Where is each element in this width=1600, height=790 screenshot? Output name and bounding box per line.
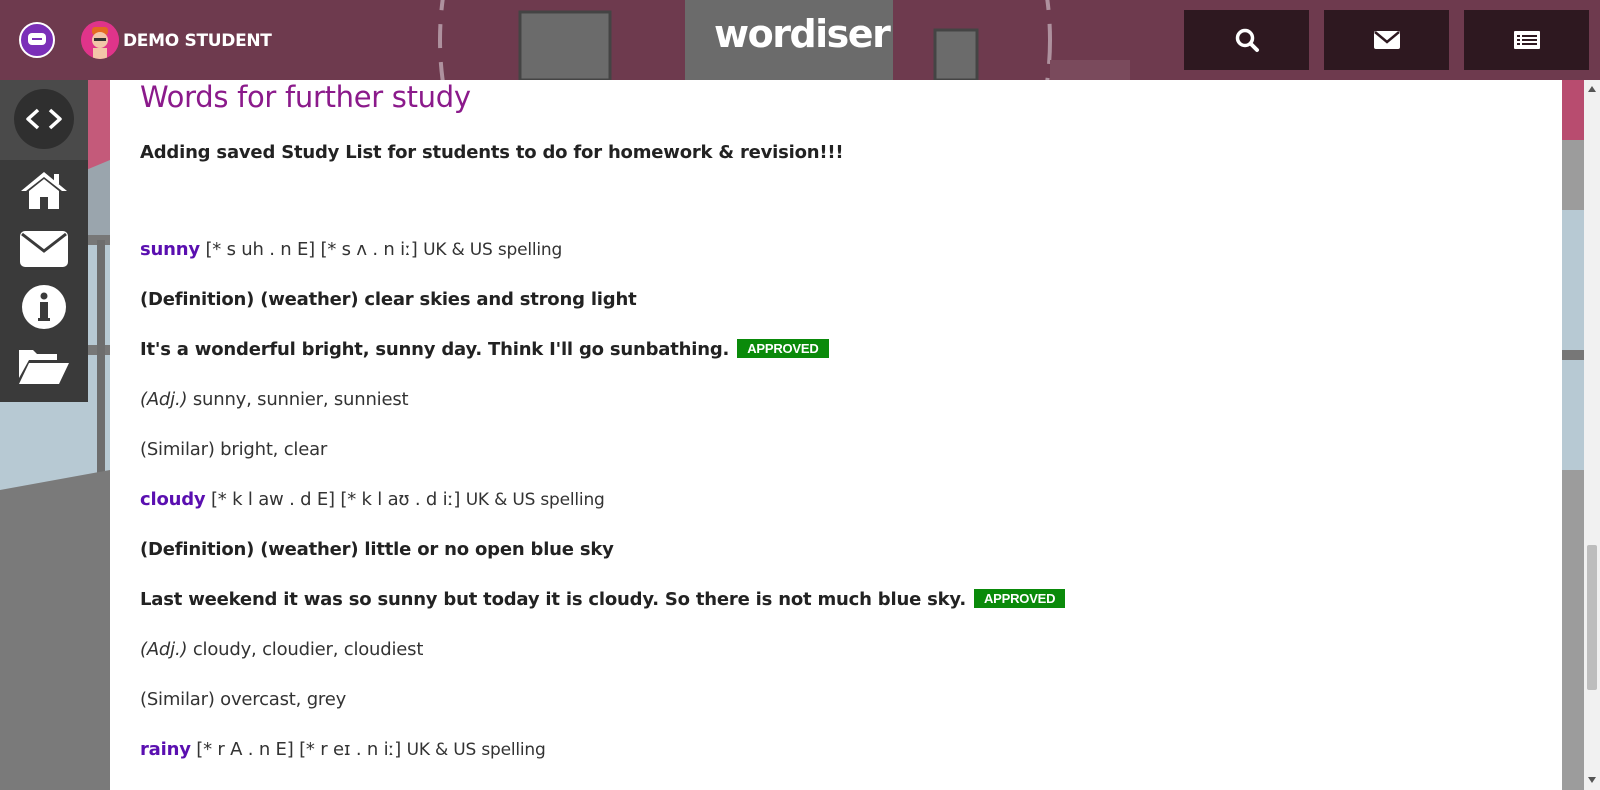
spelling-note: UK & US spelling — [406, 740, 546, 760]
word-link[interactable]: rainy — [140, 739, 191, 760]
app-logo-button[interactable] — [19, 22, 55, 58]
study-list-panel: Words for further study Adding saved Stu… — [110, 80, 1562, 790]
word-forms: (Adj.) cloudy, cloudier, cloudiest — [140, 639, 423, 660]
home-icon — [21, 172, 67, 209]
pronunciation-ipa: [* r eɪ . n iː] — [299, 739, 402, 760]
folder-open-icon — [19, 350, 69, 384]
part-of-speech: (Adj.) — [140, 389, 188, 410]
word-headline: cloudy [* k l aw . d E] [* k l aʊ . d iː… — [140, 489, 605, 510]
scrollbar-thumb[interactable] — [1587, 545, 1597, 690]
example-text: Last weekend it was so sunny but today i… — [140, 589, 966, 610]
word-headline: rainy [* r A . n E] [* r eɪ . n iː] UK &… — [140, 739, 546, 760]
word-forms: (Adj.) sunny, sunnier, sunniest — [140, 389, 409, 410]
scroll-down-arrow-icon[interactable] — [1586, 774, 1598, 786]
sidebar-item-info[interactable] — [14, 282, 74, 332]
pronunciation-ipa: [* s ʌ . n iː] — [320, 239, 418, 260]
pronunciation-ipa: [* k l aʊ . d iː] — [340, 489, 461, 510]
page-title: Words for further study — [140, 80, 471, 114]
envelope-icon — [1373, 31, 1400, 49]
forms-text: sunny, sunnier, sunniest — [192, 389, 409, 410]
example-sentence: Last weekend it was so sunny but today i… — [140, 589, 1066, 610]
scroll-up-arrow-icon[interactable] — [1586, 83, 1598, 95]
envelope-icon — [20, 231, 68, 267]
pronunciation-simple: [* k l aw . d E] — [210, 489, 335, 510]
menu-list-button[interactable] — [1464, 10, 1589, 70]
word-headline: sunny [* s uh . n E] [* s ʌ . n iː] UK &… — [140, 239, 562, 260]
brand-logo[interactable]: wordiser — [714, 12, 891, 56]
student-avatar-icon — [81, 21, 119, 59]
forms-text: cloudy, cloudier, cloudiest — [192, 639, 424, 660]
avatar[interactable] — [81, 21, 119, 59]
sidebar-item-home[interactable] — [14, 165, 74, 215]
definition: (Definition) (weather) clear skies and s… — [140, 289, 637, 310]
pronunciation-simple: [* s uh . n E] — [205, 239, 315, 260]
definition: (Definition) (weather) little or no open… — [140, 539, 614, 560]
spelling-note: UK & US spelling — [423, 240, 563, 260]
user-name[interactable]: DEMO STUDENT — [123, 31, 272, 51]
info-icon — [22, 285, 66, 329]
search-icon — [1235, 28, 1259, 52]
part-of-speech: (Adj.) — [140, 639, 188, 660]
example-text: It's a wonderful bright, sunny day. Thin… — [140, 339, 730, 360]
word-link[interactable]: cloudy — [140, 489, 206, 510]
sidebar-menu — [0, 160, 88, 402]
sidebar-toggle-button[interactable] — [14, 89, 74, 149]
similar-words: (Similar) overcast, grey — [140, 689, 347, 710]
sidebar-item-messages[interactable] — [14, 224, 74, 274]
status-badge: APPROVED — [737, 339, 829, 358]
top-header: DEMO STUDENT wordiser — [0, 0, 1600, 80]
status-badge: APPROVED — [973, 589, 1066, 608]
intro-text: Adding saved Study List for students to … — [140, 142, 844, 163]
chat-bubble-icon — [28, 33, 46, 45]
word-link[interactable]: sunny — [140, 239, 200, 260]
messages-button[interactable] — [1324, 10, 1449, 70]
similar-words: (Similar) bright, clear — [140, 439, 328, 460]
pronunciation-simple: [* r A . n E] — [196, 739, 294, 760]
search-button[interactable] — [1184, 10, 1309, 70]
code-icon — [26, 108, 62, 130]
list-icon — [1513, 31, 1540, 49]
spelling-note: UK & US spelling — [465, 490, 605, 510]
sidebar-item-folders[interactable] — [14, 340, 74, 390]
example-sentence: It's a wonderful bright, sunny day. Thin… — [140, 339, 829, 360]
